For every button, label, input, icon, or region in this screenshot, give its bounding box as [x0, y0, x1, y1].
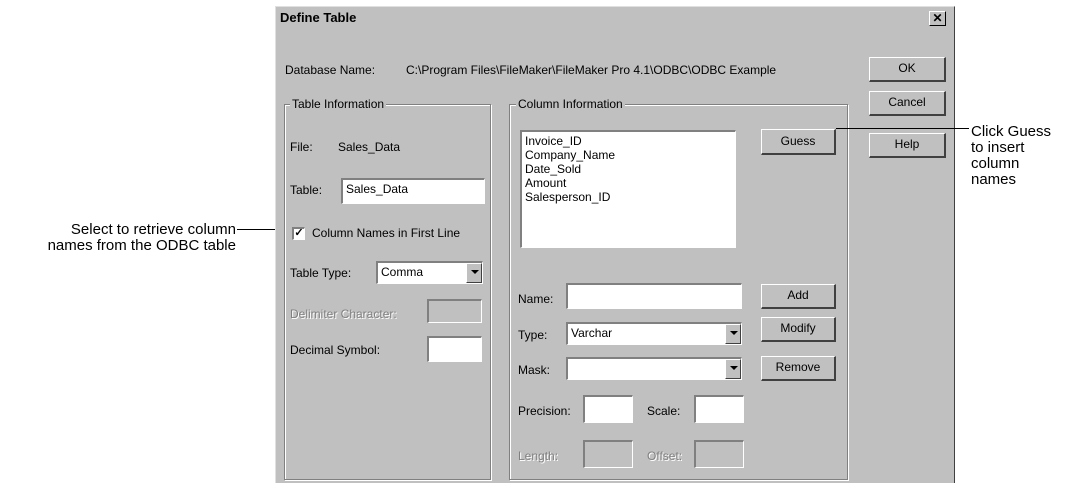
decimal-symbol-input[interactable] [427, 336, 482, 362]
right-callout-line4: names [971, 171, 1017, 188]
ok-label: OK [898, 61, 916, 75]
guess-button[interactable]: Guess [761, 129, 836, 155]
name-input[interactable] [566, 283, 742, 309]
add-button[interactable]: Add [761, 284, 836, 309]
decimal-symbol-label: Decimal Symbol: [290, 343, 381, 357]
type-select[interactable]: Varchar [566, 322, 742, 345]
left-callout-line2: names from the ODBC table [47, 237, 236, 254]
cancel-label: Cancel [888, 95, 926, 109]
file-value: Sales_Data [338, 140, 401, 154]
cancel-button[interactable]: Cancel [869, 91, 946, 116]
scale-input[interactable] [694, 395, 744, 423]
name-label: Name: [518, 292, 554, 306]
table-type-select[interactable]: Comma [376, 261, 483, 284]
length-input [583, 440, 633, 468]
precision-input[interactable] [583, 395, 633, 423]
guess-label: Guess [780, 134, 816, 148]
type-label: Type: [518, 328, 548, 342]
table-label: Table: [290, 183, 323, 197]
table-information-label: Table Information [290, 97, 387, 111]
help-button[interactable]: Help [869, 133, 946, 158]
delimiter-character-input [427, 299, 482, 323]
chevron-down-icon[interactable] [725, 359, 741, 379]
scale-label: Scale: [647, 404, 681, 418]
title-bar: Define Table ✕ [276, 7, 954, 29]
remove-button[interactable]: Remove [761, 356, 836, 381]
close-button[interactable]: ✕ [929, 11, 946, 26]
right-callout-line1: Click Guess [971, 123, 1052, 140]
modify-label: Modify [780, 321, 816, 335]
column-names-label[interactable]: Column Names in First Line [312, 226, 460, 240]
right-callout-line [836, 128, 969, 129]
database-name-label: Database Name: [285, 63, 376, 77]
left-callout-line1: Select to retrieve column [70, 221, 236, 238]
precision-label: Precision: [518, 404, 571, 418]
database-name-value: C:\Program Files\FileMaker\FileMaker Pro… [406, 63, 777, 77]
right-callout-line2: to insert [971, 139, 1025, 156]
add-label: Add [787, 288, 809, 302]
table-input[interactable]: Sales_Data [341, 178, 485, 204]
list-item[interactable]: Date_Sold [525, 162, 732, 176]
right-callout-line3: column [971, 155, 1020, 172]
right-callout: Click Guess to insert column names [971, 124, 1071, 188]
help-label: Help [894, 137, 920, 151]
delimiter-character-label: Delimiter Character: [290, 307, 397, 321]
list-item[interactable]: Amount [525, 176, 732, 190]
chevron-down-icon[interactable] [725, 324, 741, 344]
chevron-down-icon[interactable] [466, 263, 482, 283]
define-table-dialog: Define Table ✕ Database Name: C:\Program… [275, 6, 955, 483]
list-item[interactable]: Invoice_ID [525, 134, 732, 148]
table-type-label: Table Type: [290, 266, 352, 280]
offset-input [694, 440, 744, 468]
list-item[interactable]: Company_Name [525, 148, 732, 162]
column-information-label: Column Information [516, 97, 625, 111]
check-icon: ✓ [294, 227, 304, 239]
file-label: File: [290, 140, 313, 154]
modify-button[interactable]: Modify [761, 317, 836, 342]
dialog-title: Define Table [280, 10, 357, 25]
mask-label: Mask: [518, 363, 551, 377]
offset-label: Offset: [647, 449, 683, 463]
table-information-group [284, 104, 491, 480]
close-icon: ✕ [932, 11, 943, 25]
ok-button[interactable]: OK [869, 57, 946, 82]
columns-listbox[interactable]: Invoice_ID Company_Name Date_Sold Amount… [520, 130, 736, 248]
table-input-value: Sales_Data [346, 182, 409, 196]
column-names-checkbox[interactable]: ✓ [292, 227, 305, 240]
table-type-value: Comma [381, 265, 424, 279]
mask-select[interactable] [566, 357, 742, 380]
type-value: Varchar [571, 326, 613, 340]
list-item[interactable]: Salesperson_ID [525, 190, 732, 204]
remove-label: Remove [775, 360, 821, 374]
length-label: Length: [518, 449, 559, 463]
left-callout: Select to retrieve column names from the… [0, 222, 236, 254]
